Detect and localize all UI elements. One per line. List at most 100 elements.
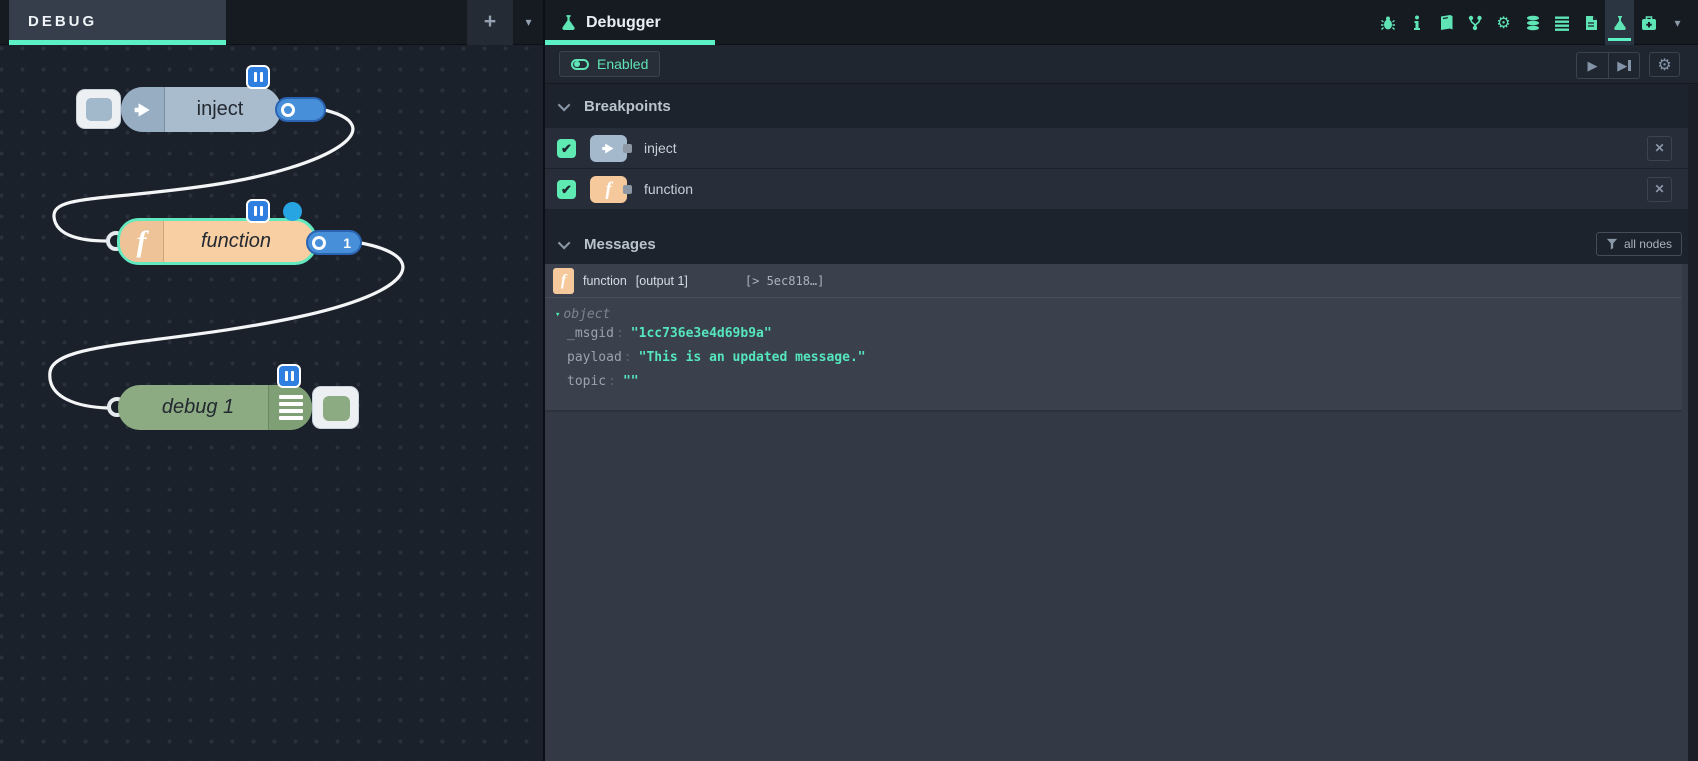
flow-workspace: DEBUG + ▾ [0,0,543,761]
node-label: function [164,221,308,262]
debug-icon-region [268,385,312,430]
tree-entry: topic"" [555,370,1682,394]
run-controls: ▶ ▶ ⚙ [1576,52,1680,79]
debug-toggle-button[interactable] [312,386,359,429]
sidebar-tab-context-data[interactable] [1518,0,1547,45]
chevron-down-icon [558,99,571,112]
function-node-icon: f [590,176,627,203]
sidebar-tab-more[interactable]: ▾ [1663,0,1692,45]
tree-key: payload [567,350,639,365]
funnel-icon [1606,238,1618,250]
debugger-body: Breakpoints ✔ inject ✕ ✔ [545,85,1698,761]
sidebar-tab-medkit[interactable] [1634,0,1663,45]
function-f-icon: f [137,227,147,257]
git-branch-icon [1467,15,1483,31]
message-id-link[interactable]: [> 5ec818…] [745,274,824,288]
sidebar-tab-info[interactable] [1402,0,1431,45]
message-body: ▾ object _msgid"1cc736e3e4d69b9a" payloa… [545,298,1682,410]
node-red-app: DEBUG + ▾ [0,0,1698,761]
remove-breakpoint-button[interactable]: ✕ [1647,177,1672,202]
debug-message[interactable]: f function [output 1] [> 5ec818…] ▾ obje… [545,264,1682,412]
triangle-down-icon: ▾ [555,310,560,320]
tree-value: "1cc736e3e4d69b9a" [631,326,772,341]
breakpoints-title: Breakpoints [584,98,671,115]
list-icon [1554,15,1570,31]
chevron-down-icon [558,236,571,249]
play-icon: ▶ [1588,58,1598,74]
info-icon [1409,15,1425,31]
messages-section-header[interactable]: Messages all nodes [545,224,1698,264]
inject-arrow-icon [601,141,616,156]
database-icon [1525,15,1541,31]
messages-title: Messages [584,236,656,253]
function-icon-region: f [120,221,164,262]
sidebar-tab-strip: ⚙ [1373,0,1692,45]
flow-list-button[interactable]: ▾ [514,0,543,45]
add-flow-button[interactable]: + [467,0,513,45]
message-output-label: [output 1] [636,274,688,288]
debugger-enabled-toggle[interactable]: Enabled [559,51,660,77]
book-icon [1438,15,1454,31]
object-tree-root[interactable]: ▾ object [555,307,1682,322]
remove-breakpoint-button[interactable]: ✕ [1647,136,1672,161]
port-ring-icon [281,103,295,117]
breakpoint-row-inject: ✔ inject ✕ [545,128,1698,169]
tree-entry: _msgid"1cc736e3e4d69b9a" [555,322,1682,346]
breakpoints-section-header[interactable]: Breakpoints [545,85,1698,128]
function-node-icon: f [553,268,574,294]
gear-icon: ⚙ [1657,55,1671,75]
queued-message-count: 1 [343,235,351,251]
flask-icon [1612,15,1628,31]
toggle-on-icon [571,59,589,70]
breakpoint-pause-badge-function[interactable] [246,199,270,223]
breakpoint-checkbox[interactable]: ✔ [557,180,576,199]
debugger-toolbar: Enabled ▶ ▶ ⚙ [545,45,1698,84]
sidebar-tab-config-nodes[interactable] [1460,0,1489,45]
node-label: debug 1 [128,385,268,430]
debugger-title-tab[interactable]: Debugger [545,0,715,45]
step-button[interactable]: ▶ [1608,53,1639,78]
breakpoint-checkbox[interactable]: ✔ [557,139,576,158]
node-function[interactable]: f function [117,218,317,265]
port-ring-icon [312,236,326,250]
inject-trigger-button[interactable] [76,89,121,129]
inject-arrow-icon [133,100,153,120]
debugger-sidebar: Debugger [543,0,1698,761]
message-meta-row: f function [output 1] [> 5ec818…] [545,264,1682,298]
gear-icon: ⚙ [1496,13,1510,33]
sidebar-tab-help[interactable] [1431,0,1460,45]
step-icon: ▶ [1617,58,1627,74]
scrollbar-track[interactable] [1688,85,1698,761]
tree-key: topic [567,374,623,389]
node-changed-dot [283,202,302,221]
sidebar-tab-docs[interactable] [1576,0,1605,45]
inject-trigger-inner [86,98,112,121]
sidebar-tab-settings[interactable]: ⚙ [1489,0,1518,45]
flow-canvas[interactable]: inject f function 1 deb [0,45,543,761]
breakpoint-pause-badge-debug[interactable] [277,364,301,388]
tree-value: "" [623,374,639,389]
breakpoint-label: function [644,181,693,197]
node-label: inject [165,87,275,132]
flask-icon [560,14,577,31]
sidebar-tab-catalog[interactable] [1547,0,1576,45]
medkit-icon [1641,15,1657,31]
message-filter-button[interactable]: all nodes [1596,232,1682,256]
resume-button[interactable]: ▶ [1577,53,1608,78]
inject-output-port-breakpoint[interactable] [275,97,326,122]
node-debug[interactable]: debug 1 [118,385,312,430]
chevron-down-icon: ▾ [525,15,531,29]
breakpoint-pause-badge-inject[interactable] [246,65,270,89]
debugger-settings-button[interactable]: ⚙ [1649,52,1680,77]
enabled-label: Enabled [597,56,648,72]
sidebar-tab-debug-messages[interactable] [1373,0,1402,45]
sidebar-tab-debugger[interactable] [1605,0,1634,45]
breakpoints-list: ✔ inject ✕ ✔ f func [545,128,1698,210]
tab-debug-flow[interactable]: DEBUG [9,0,226,45]
function-output-port-breakpoint[interactable]: 1 [306,230,362,255]
node-inject[interactable]: inject [121,87,281,132]
inject-node-icon [590,135,627,162]
debugger-title: Debugger [586,14,661,32]
file-icon [1583,15,1599,31]
message-source-node: function [583,274,627,288]
